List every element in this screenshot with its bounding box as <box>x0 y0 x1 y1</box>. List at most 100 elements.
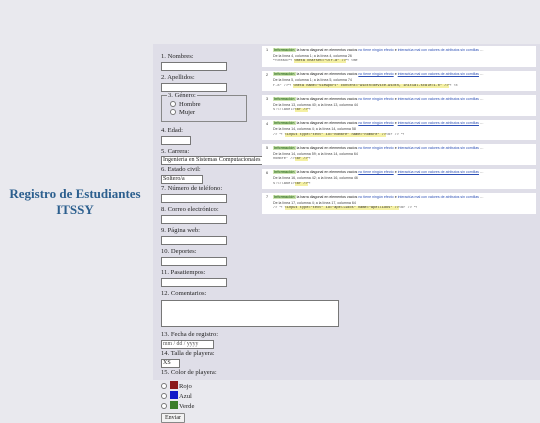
code-after: <br /> ↪ <box>398 206 418 210</box>
validator-message: 3 Información la barra diagonal en elemen… <box>262 95 536 116</box>
message-summary: Información la barra diagonal en element… <box>273 194 533 200</box>
nombres-input[interactable] <box>161 62 227 71</box>
unquoted-attributes-link[interactable]: interactúa mal con valores de atributos … <box>398 121 479 125</box>
talla-select[interactable]: XS <box>161 359 180 368</box>
message-location: De la línea 14, columna 59; a la línea 1… <box>273 151 358 156</box>
code-before: ↪<head>↪ <box>273 59 295 63</box>
message-number: 6 <box>266 170 269 175</box>
ellipsis: … <box>478 194 484 199</box>
no-effect-link[interactable]: no tiene ningún efecto <box>358 48 393 52</box>
no-effect-link[interactable]: no tiene ningún efecto <box>358 170 393 174</box>
color-label: 15. Color de playera: <box>161 369 217 376</box>
pagina-web-input[interactable] <box>161 236 227 245</box>
info-badge: Información <box>273 96 296 101</box>
message-summary: Información la barra diagonal en element… <box>273 96 533 102</box>
unquoted-attributes-link[interactable]: interactúa mal con valores de atributos … <box>398 170 479 174</box>
apellidos-input[interactable] <box>161 83 227 92</box>
message-code-extract: ↪<head>↪ <meta charset="UTF-8" />↪ <me <box>273 59 533 64</box>
submit-button[interactable]: Enviar <box>161 413 185 423</box>
message-conjunction: e <box>394 194 397 199</box>
unquoted-attributes-link[interactable]: interactúa mal con valores de atributos … <box>398 97 479 101</box>
code-highlight: <br /> <box>294 181 308 186</box>
code-before: /> ↪ <box>273 132 285 137</box>
verde-radio[interactable] <box>161 403 167 410</box>
unquoted-attributes-link[interactable]: interactúa mal con valores de atributos … <box>398 48 479 52</box>
verde-label: Verde <box>179 403 195 410</box>
message-conjunction: e <box>394 96 397 101</box>
info-badge: Información <box>273 121 296 125</box>
code-before: nombre" /> <box>273 157 295 161</box>
message-code-extract: s:</label><br />↪ <box>273 181 533 187</box>
message-conjunction: e <box>394 170 397 174</box>
info-badge: Información <box>273 72 296 76</box>
message-summary: Información la barra diagonal en element… <box>273 170 533 175</box>
message-text: la barra diagonal en elementos vacíos <box>296 170 358 174</box>
unquoted-attributes-link[interactable]: interactúa mal con valores de atributos … <box>398 195 479 199</box>
genero-legend: 3. Género: <box>167 92 197 100</box>
message-text: la barra diagonal en elementos vacíos <box>296 72 358 76</box>
code-after: ↪ <box>307 181 311 186</box>
validator-message: 7 Información la barra diagonal en elemen… <box>262 193 536 214</box>
no-effect-link[interactable]: no tiene ningún efecto <box>358 72 393 76</box>
mujer-label: Mujer <box>179 109 196 116</box>
azul-radio[interactable] <box>161 393 167 400</box>
message-summary: Información la barra diagonal en element… <box>273 145 533 151</box>
deportes-input[interactable] <box>161 257 227 266</box>
message-location: De la línea 14, columna 4; a la línea 14… <box>273 127 356 131</box>
message-summary: Información la barra diagonal en element… <box>273 47 533 53</box>
mujer-radio[interactable] <box>170 109 176 116</box>
carrera-select[interactable]: Ingeniería en Sistemas Computacionales <box>161 156 265 165</box>
ellipsis: … <box>478 170 484 174</box>
code-highlight: <br /> <box>294 108 308 112</box>
code-highlight: <input type="text" id="nombre" name="nom… <box>284 132 387 137</box>
telefono-input[interactable] <box>161 194 227 203</box>
validator-messages: 1 Información la barra diagonal en elemen… <box>262 46 536 218</box>
estado-civil-select[interactable]: Soltero/a <box>161 175 203 184</box>
code-highlight: <br /> <box>294 157 308 161</box>
message-conjunction: e <box>394 72 397 76</box>
rojo-radio[interactable] <box>161 383 167 390</box>
correo-input[interactable] <box>161 215 227 224</box>
unquoted-attributes-link[interactable]: interactúa mal con valores de atributos … <box>398 146 479 150</box>
no-effect-link[interactable]: no tiene ningún efecto <box>358 195 393 199</box>
comentarios-textarea[interactable] <box>161 300 339 327</box>
azul-label: Azul <box>179 393 192 400</box>
code-highlight: <input type="text" id="apellidos" name="… <box>284 206 399 210</box>
code-highlight: <meta name="viewport" content="width=dev… <box>293 83 449 88</box>
pasatiempos-input[interactable] <box>161 278 227 287</box>
validator-message: 5 Información la barra diagonal en elemen… <box>262 144 536 165</box>
hombre-radio[interactable] <box>170 101 176 108</box>
message-number: 3 <box>266 97 269 101</box>
message-location: De la línea 13, columna 40; a la línea 1… <box>273 102 358 107</box>
unquoted-attributes-link[interactable]: interactúa mal con valores de atributos … <box>398 72 479 76</box>
code-after: ↪ <box>307 157 311 161</box>
azul-swatch <box>170 391 178 399</box>
edad-input[interactable] <box>161 136 191 145</box>
no-effect-link[interactable]: no tiene ningún efecto <box>358 97 393 101</box>
rojo-label: Rojo <box>179 383 192 390</box>
no-effect-link[interactable]: no tiene ningún efecto <box>358 146 393 150</box>
message-code-extract: s:</label><br />↪ <box>273 108 533 113</box>
no-effect-link[interactable]: no tiene ningún efecto <box>358 121 393 125</box>
pagina-web-label: 9. Página web: <box>161 227 201 234</box>
info-badge: Información <box>273 145 296 150</box>
message-location: De la línea 4, columna 1; a la línea 4, … <box>273 53 352 58</box>
info-badge: Información <box>273 170 296 174</box>
message-number: 2 <box>266 72 269 77</box>
fecha-input[interactable]: mm / dd / yyyy <box>161 340 214 349</box>
talla-label: 14. Talla de playera: <box>161 350 215 357</box>
message-text: la barra diagonal en elementos vacíos <box>296 145 358 150</box>
info-badge: Información <box>273 47 296 52</box>
code-before: F-8" />↪ <box>273 83 294 88</box>
message-number: 7 <box>266 195 269 199</box>
color-option-rojo: Rojo <box>161 381 366 391</box>
message-conjunction: e <box>394 47 397 52</box>
code-before: s:</label> <box>273 181 295 186</box>
site-title: Registro de Estudiantes ITSSY <box>0 186 150 218</box>
validator-message: 2 Información la barra diagonal en elemen… <box>262 70 536 91</box>
message-conjunction: e <box>394 145 397 150</box>
code-after: <br /> ↪ <box>386 132 405 137</box>
fecha-label: 13. Fecha de registro: <box>161 331 219 338</box>
message-number: 4 <box>266 121 269 126</box>
genero-fieldset: 3. Género: Hombre Mujer <box>161 92 247 122</box>
